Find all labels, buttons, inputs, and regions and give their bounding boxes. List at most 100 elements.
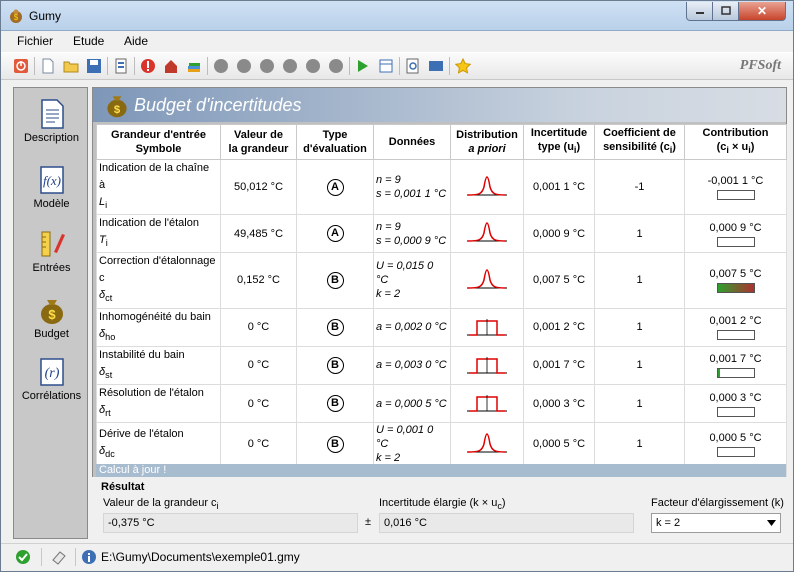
uncertainty-field: 0,016 °C — [379, 513, 634, 533]
house-button[interactable] — [161, 56, 181, 76]
page-title: Budget d'incertitudes — [134, 95, 302, 115]
header-donnees[interactable]: Données — [373, 124, 451, 160]
money-bag-icon: $ — [107, 96, 127, 118]
cell-contribution: 0,007 5 °C — [684, 252, 787, 309]
menu-etude[interactable]: Etude — [73, 34, 104, 48]
contribution-bar — [716, 447, 755, 458]
cell-valeur: 0 °C — [220, 422, 297, 467]
table-row[interactable]: Dérive de l'étalon δdc 0 °C B U = 0,001 0 °C… — [96, 422, 787, 467]
sidebar-item-budget[interactable]: $ Budget — [14, 294, 89, 340]
cell-incertitude: 0,001 2 °C — [523, 307, 595, 347]
house-icon — [165, 60, 177, 73]
table-row[interactable]: Résolution de l'étalon δrt 0 °C Ba = 0,000 … — [96, 383, 787, 424]
sidebar-item-correlations[interactable]: (r) Corrélations — [14, 356, 89, 402]
cell-type: B — [296, 307, 374, 347]
cell-donnees: a = 0,002 0 °C — [373, 307, 451, 347]
function-icon: f(x) — [39, 166, 64, 194]
cell-coefficient: 1 — [594, 252, 685, 309]
table-button[interactable] — [376, 56, 396, 76]
cell-grandeur: Instabilité du bain δst — [96, 345, 221, 385]
document-icon — [40, 99, 64, 129]
html-button[interactable] — [426, 56, 446, 76]
header-distribution[interactable]: Distribution a priori — [450, 124, 524, 160]
tool4-button[interactable] — [280, 56, 300, 76]
cell-donnees: U = 0,001 0 °C k = 2 — [373, 422, 451, 467]
cell-donnees: a = 0,000 5 °C — [373, 383, 451, 424]
cell-valeur: 50,012 °C — [220, 158, 297, 216]
budget-table: Grandeur d'entrée Symbole Valeur de la gra… — [96, 124, 787, 505]
results-title: Résultat — [101, 481, 145, 493]
brand-logo: PFSoft — [739, 58, 781, 73]
title-bar[interactable]: $ Gumy ✕ — [1, 1, 793, 31]
report-button[interactable] — [111, 56, 131, 76]
header-grandeur[interactable]: Grandeur d'entrée Symbole — [96, 124, 221, 160]
svg-text:$: $ — [14, 13, 19, 22]
contribution-bar — [716, 330, 755, 341]
books-button[interactable] — [184, 56, 204, 76]
preview-button[interactable] — [403, 56, 423, 76]
tool6-button[interactable] — [326, 56, 346, 76]
svg-text:$: $ — [114, 104, 121, 116]
correlation-icon: (r) — [39, 358, 64, 386]
tool1-button[interactable] — [211, 56, 231, 76]
svg-text:(r): (r) — [44, 366, 59, 381]
info-icon — [82, 550, 96, 564]
header-coefficient[interactable]: Coefficient de sensibilité (ci) — [594, 124, 685, 160]
quit-button[interactable] — [11, 56, 31, 76]
header-contribution[interactable]: Contribution (ci × ui) — [684, 124, 787, 160]
table-icon — [379, 59, 393, 73]
maximize-button[interactable] — [712, 2, 739, 21]
cell-incertitude: 0,000 5 °C — [523, 422, 595, 467]
cell-valeur: 49,485 °C — [220, 214, 297, 254]
gray-circle-icon — [237, 59, 251, 73]
sidebar-item-description[interactable]: Description — [14, 98, 89, 144]
gray-circle-icon — [306, 59, 320, 73]
svg-text:f(x): f(x) — [42, 173, 60, 188]
tool2-button[interactable] — [234, 56, 254, 76]
header-valeur[interactable]: Valeur de la grandeur — [220, 124, 297, 160]
factor-value: k = 2 — [656, 517, 681, 529]
type-badge: A — [326, 225, 344, 243]
tool3-button[interactable] — [257, 56, 277, 76]
open-button[interactable] — [61, 56, 81, 76]
table-row[interactable]: Correction d'étalonnage c δct 0,152 °C B U =… — [96, 252, 787, 309]
cell-coefficient: -1 — [594, 158, 685, 216]
sidebar-item-label: Description — [23, 132, 80, 144]
cell-valeur: 0 °C — [220, 383, 297, 424]
type-badge: B — [326, 271, 344, 289]
close-button[interactable]: ✕ — [738, 2, 786, 21]
favorite-button[interactable] — [453, 56, 473, 76]
table-row[interactable]: Indication de la chaîne à Li 50,012 °C An =… — [96, 158, 787, 216]
tool5-button[interactable] — [303, 56, 323, 76]
table-row[interactable]: Indication de l'étalon Ti 49,485 °C An = 9s… — [96, 214, 787, 254]
table-row[interactable]: Instabilité du bain δst 0 °C Ba = 0,003 0 °… — [96, 345, 787, 385]
new-button[interactable] — [38, 56, 58, 76]
factor-select[interactable]: k = 2 — [651, 513, 781, 533]
value-label: Valeur de la grandeur ci — [103, 497, 219, 512]
cell-coefficient: 1 — [594, 345, 685, 385]
sidebar-item-modele[interactable]: f(x) Modèle — [14, 164, 89, 210]
panel-header: $ Budget d'incertitudes — [93, 88, 786, 122]
menu-fichier[interactable]: Fichier — [17, 34, 53, 48]
contribution-bar — [716, 368, 755, 379]
header-type[interactable]: Type d'évaluation — [296, 124, 374, 160]
minimize-button[interactable] — [686, 2, 713, 21]
type-badge: B — [326, 395, 344, 413]
table-row[interactable]: Inhomogénéité du bain δho 0 °C Ba = 0,002 0… — [96, 307, 787, 347]
cell-donnees: U = 0,015 0 °C k = 2 — [373, 252, 451, 309]
save-button[interactable] — [84, 56, 104, 76]
app-icon: $ — [10, 9, 22, 23]
header-incertitude[interactable]: Incertitude type (ui) — [523, 124, 595, 160]
budget-panel: $ Budget d'incertitudes Grandeur d'entré… — [92, 87, 787, 539]
cell-contribution: 0,000 3 °C — [684, 383, 787, 424]
cell-distribution — [450, 214, 524, 254]
type-badge: B — [326, 435, 344, 453]
alert-button[interactable] — [138, 56, 158, 76]
sidebar-item-entrees[interactable]: Entrées — [14, 228, 89, 274]
cell-valeur: 0,152 °C — [220, 252, 297, 309]
cell-distribution — [450, 345, 524, 385]
value-field: -0,375 °C — [103, 513, 358, 533]
menu-aide[interactable]: Aide — [124, 34, 148, 48]
run-button[interactable] — [353, 56, 373, 76]
type-badge: A — [326, 178, 344, 196]
